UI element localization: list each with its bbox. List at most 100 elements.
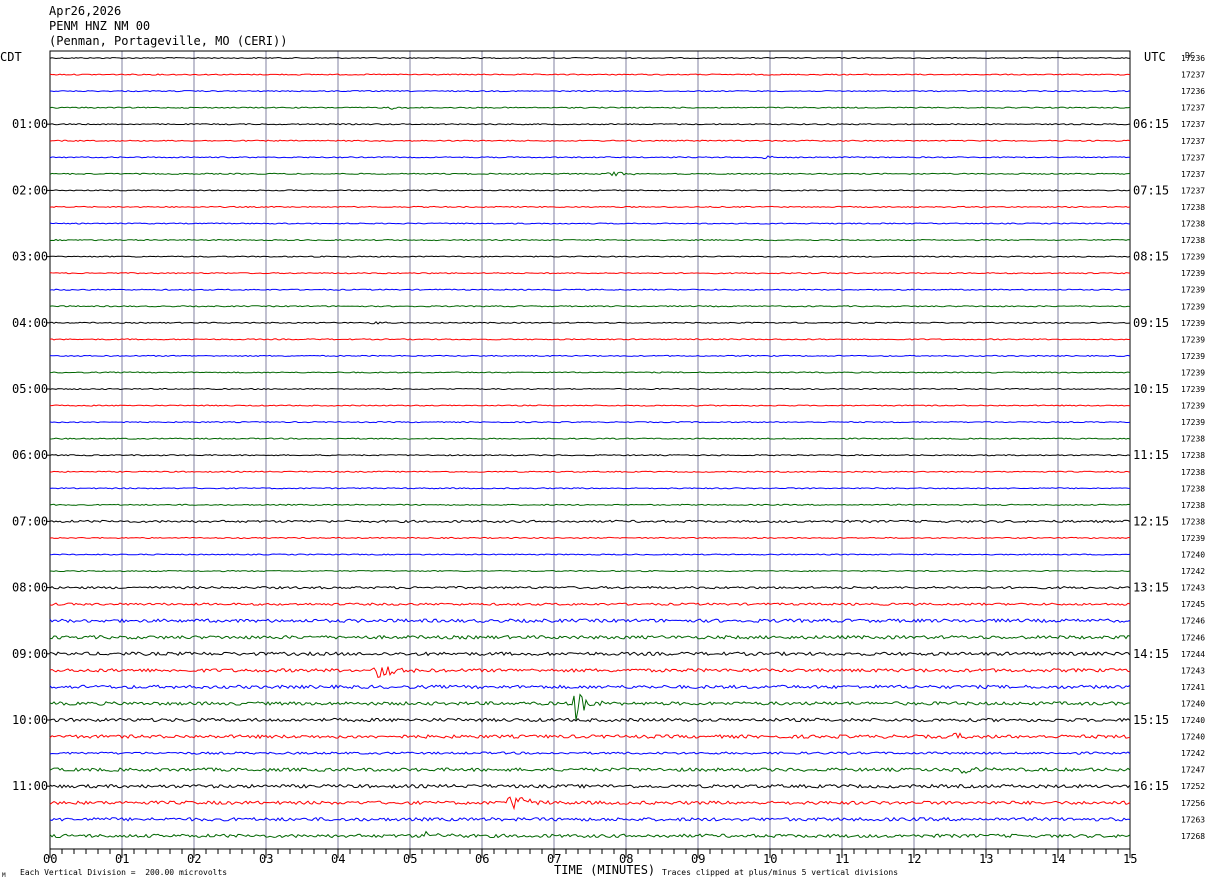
seismic-trace-1 [49,73,1131,76]
seismic-trace-11 [49,238,1131,242]
seismic-trace-13 [49,272,1131,275]
left-time-label: 06:00 [12,448,48,462]
seismic-trace-21 [50,404,1131,407]
right-time-label: 15:15 [1133,713,1169,727]
dc-offset-label: 17239 [1181,418,1205,427]
seismic-traces [49,56,1131,839]
right-axis-label: UTC [1144,50,1166,64]
seismic-trace-9 [49,205,1131,209]
seismic-trace-32 [49,585,1131,590]
right-time-label: 11:15 [1133,448,1169,462]
seismic-trace-17 [49,338,1130,341]
right-time-label: 13:15 [1133,581,1169,595]
dc-offset-label: 17238 [1181,517,1205,526]
scale-note: Each Vertical Division = 200.00 microvol… [20,868,228,877]
seismic-trace-28 [49,519,1131,524]
x-tick-label: 01 [115,852,129,866]
x-tick-label: 15 [1123,852,1137,866]
seismic-trace-0 [49,56,1131,60]
seismic-trace-31 [49,569,1131,573]
dc-offset-label: 17240 [1181,699,1205,708]
seismic-trace-22 [49,421,1131,424]
right-time-label: 09:15 [1133,316,1169,330]
dc-offset-label: 17242 [1181,749,1205,758]
dc-offset-label: 17243 [1181,666,1205,675]
x-axis-label: TIME (MINUTES) [554,863,655,877]
dc-offset-label: 17238 [1181,435,1205,444]
seismic-trace-29 [49,536,1131,540]
seismic-trace-26 [49,487,1131,490]
dc-offset-label: 17247 [1181,766,1205,775]
x-tick-label: 14 [1051,852,1065,866]
x-tick-label: 00 [43,852,57,866]
right-time-label: 08:15 [1133,250,1169,264]
seismic-trace-4 [49,123,1131,126]
left-time-label: 11:00 [12,779,48,793]
dc-offset-label: 17246 [1181,617,1205,626]
dc-offset-label: 17237 [1181,104,1205,113]
x-tick-label: 08 [619,852,633,866]
dc-offset-label: 17240 [1181,733,1205,742]
dc-offset-label: 17236 [1181,54,1205,63]
dc-offset-label: 17239 [1181,352,1205,361]
dc-offset-label: 17239 [1181,269,1205,278]
right-time-label: 12:15 [1133,514,1169,528]
seismic-trace-40 [49,717,1131,723]
dc-offset-label: 17238 [1181,468,1205,477]
dc-offset-label: 17239 [1181,286,1205,295]
left-time-label: 08:00 [12,581,48,595]
dc-offset-label: 17237 [1181,120,1205,129]
dc-offset-label: 17237 [1181,153,1205,162]
left-axis-label: CDT [0,50,22,64]
plot-frame [49,50,1131,850]
x-tick-label: 07 [547,852,561,866]
seismic-trace-8 [49,189,1131,192]
dc-offset-label: 17240 [1181,551,1205,560]
seismic-trace-3 [49,106,1131,110]
seismic-trace-16 [49,321,1131,325]
x-tick-label: 05 [403,852,417,866]
seismic-trace-35 [49,634,1131,640]
seismic-trace-20 [49,387,1131,391]
minute-gridlines [49,50,1131,850]
seismic-trace-47 [49,830,1131,839]
seismic-trace-10 [49,222,1131,225]
seismic-trace-44 [49,783,1131,789]
seismic-trace-23 [49,437,1131,440]
x-tick-label: 02 [187,852,201,866]
seismic-trace-7 [49,171,1131,177]
dc-offset-label: 17243 [1181,584,1205,593]
dc-offset-label: 17239 [1181,253,1205,262]
seismic-trace-18 [49,354,1131,357]
seismic-trace-33 [49,602,1131,606]
left-time-label: 05:00 [12,382,48,396]
seismic-trace-19 [49,371,1131,374]
x-tick-label: 03 [259,852,273,866]
left-time-label: 02:00 [12,183,48,197]
seismic-trace-41 [49,732,1131,740]
dc-offset-label: 17242 [1181,567,1205,576]
left-time-label: 04:00 [12,316,48,330]
x-tick-label: 12 [907,852,921,866]
dc-offset-label: 17239 [1181,385,1205,394]
x-tick-label: 11 [835,852,849,866]
dc-offset-label: 17238 [1181,451,1205,460]
x-tick-label: 10 [763,852,777,866]
dc-offset-label: 17244 [1181,650,1205,659]
right-time-label: 10:15 [1133,382,1169,396]
x-tick-label: 09 [691,852,705,866]
seismic-trace-25 [49,470,1131,473]
seismic-trace-5 [49,139,1131,142]
seismic-trace-24 [49,454,1131,457]
seismic-trace-12 [49,255,1131,258]
right-time-label: 07:15 [1133,183,1169,197]
seismic-trace-46 [49,816,1131,822]
seismic-trace-43 [49,766,1131,774]
seismic-trace-45 [49,796,1131,811]
dc-offset-label: 17238 [1181,501,1205,510]
dc-offset-label: 17238 [1181,484,1205,493]
dc-offset-label: 17240 [1181,716,1205,725]
dc-offset-label: 17256 [1181,799,1205,808]
dc-offset-label: 17237 [1181,71,1205,80]
x-tick-label: 06 [475,852,489,866]
